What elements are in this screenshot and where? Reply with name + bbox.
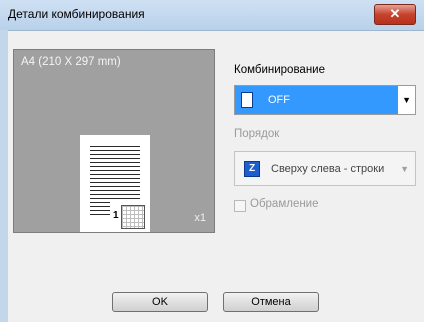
- border-label: Обрамление: [250, 198, 319, 210]
- chevron-down-icon[interactable]: ▼: [402, 95, 411, 105]
- text-line: [90, 182, 140, 183]
- layout-preview: A4 (210 X 297 mm) 1 x1: [13, 49, 215, 233]
- text-line: [90, 166, 140, 167]
- text-line: [90, 158, 140, 159]
- order-dropdown[interactable]: Z Сверху слева - строки ▼: [234, 151, 416, 186]
- copies-label: x1: [194, 212, 206, 224]
- text-line: [90, 194, 140, 195]
- selected-option: OFF: [235, 86, 398, 114]
- combine-label: Комбинирование: [234, 64, 325, 76]
- chevron-down-icon[interactable]: ▼: [400, 164, 409, 174]
- text-line: [90, 154, 140, 155]
- combine-dropdown[interactable]: OFF ▼: [234, 85, 416, 115]
- grid-icon: [121, 205, 145, 229]
- ok-button[interactable]: OK: [112, 292, 208, 312]
- page-icon: [241, 92, 253, 108]
- text-line: [90, 178, 140, 179]
- text-line: [90, 146, 140, 147]
- close-icon: ✕: [389, 6, 401, 21]
- order-value: Сверху слева - строки: [271, 163, 385, 175]
- paper-size-label: A4 (210 X 297 mm): [21, 56, 121, 68]
- text-line: [90, 170, 140, 171]
- text-line: [90, 186, 140, 187]
- window-frame-left: [0, 30, 8, 322]
- text-line: [90, 174, 140, 175]
- combine-value: OFF: [268, 94, 290, 106]
- order-z-icon: Z: [244, 161, 260, 177]
- window-title: Детали комбинирования: [8, 7, 145, 21]
- text-line: [90, 202, 110, 203]
- page-thumbnail: 1: [80, 135, 150, 232]
- order-label: Порядок: [234, 128, 280, 140]
- title-bar: Детали комбинирования ✕: [0, 0, 424, 31]
- text-line: [90, 162, 140, 163]
- border-checkbox[interactable]: [234, 200, 246, 212]
- cancel-button[interactable]: Отмена: [223, 292, 319, 312]
- text-line: [90, 150, 140, 151]
- close-button[interactable]: ✕: [374, 4, 416, 25]
- page-number: 1: [113, 210, 119, 221]
- text-line: [90, 210, 110, 211]
- text-line: [90, 198, 140, 199]
- text-line: [90, 206, 110, 207]
- text-line: [90, 190, 140, 191]
- text-line: [90, 214, 110, 215]
